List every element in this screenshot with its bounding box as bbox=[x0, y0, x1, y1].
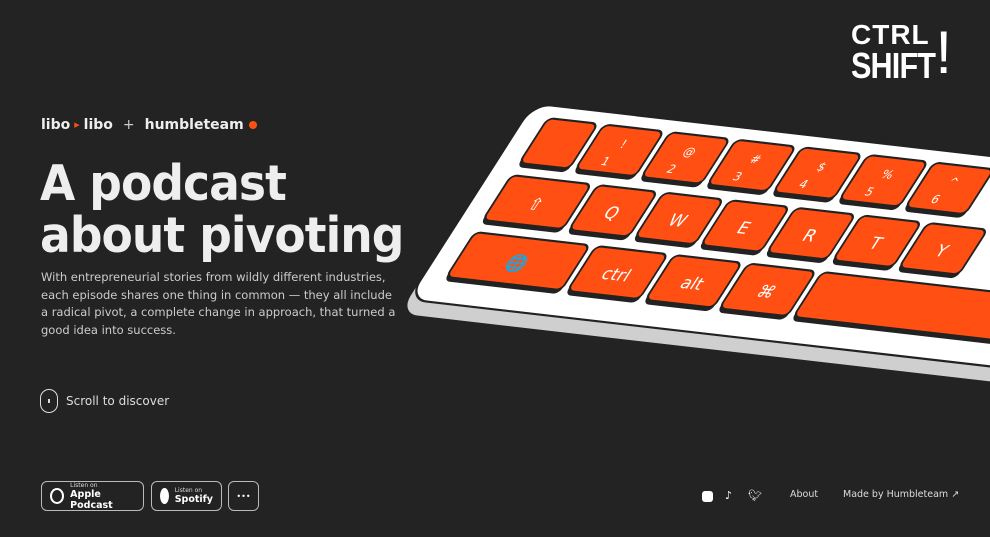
spotify-icon bbox=[160, 488, 169, 504]
brand-partner: humbleteam bbox=[144, 117, 244, 133]
instagram-icon[interactable] bbox=[702, 491, 713, 502]
brand-line: libo ▶ libo + humbleteam bbox=[41, 117, 257, 133]
apple-podcast-icon bbox=[50, 488, 65, 504]
mouse-icon bbox=[40, 389, 58, 413]
dot-icon bbox=[248, 121, 257, 129]
apple-podcast-button[interactable]: Listen on Apple Podcast bbox=[41, 481, 144, 511]
more-icon: ••• bbox=[236, 491, 251, 501]
logo-line2: SHIFT bbox=[851, 44, 936, 86]
listen-on-label: Listen on bbox=[174, 487, 203, 494]
listen-on-label: Listen on bbox=[70, 481, 98, 489]
ctrl-shift-logo[interactable]: CTRL SHIFT ! bbox=[851, 19, 952, 86]
tiktok-icon[interactable]: ♪ bbox=[725, 489, 732, 502]
made-by-label: Made by Humbleteam bbox=[843, 489, 949, 500]
brand-libo-1: libo bbox=[41, 117, 71, 133]
scroll-label: Scroll to discover bbox=[66, 394, 170, 408]
scroll-to-discover[interactable]: Scroll to discover bbox=[40, 389, 169, 413]
hero-description: With entrepreneurial stories from wildly… bbox=[41, 270, 396, 337]
apple-podcast-label: Apple Podcast bbox=[70, 488, 113, 511]
brand-plus: + bbox=[122, 117, 135, 133]
brand-libo-2: libo bbox=[83, 117, 113, 133]
logo-mark: ! bbox=[935, 19, 952, 86]
spotify-button[interactable]: Listen on Spotify bbox=[151, 481, 222, 511]
triangle-icon: ▶ bbox=[74, 121, 80, 129]
about-link[interactable]: About bbox=[790, 489, 818, 500]
spotify-label: Spotify bbox=[174, 494, 213, 505]
twitter-icon[interactable]: 🐦︎ bbox=[748, 489, 762, 502]
more-button[interactable]: ••• bbox=[228, 481, 259, 511]
page-title: A podcast about pivoting bbox=[40, 155, 404, 264]
made-by-link[interactable]: Made by Humbleteam ↗ bbox=[843, 489, 959, 500]
external-link-icon: ↗ bbox=[951, 489, 960, 500]
